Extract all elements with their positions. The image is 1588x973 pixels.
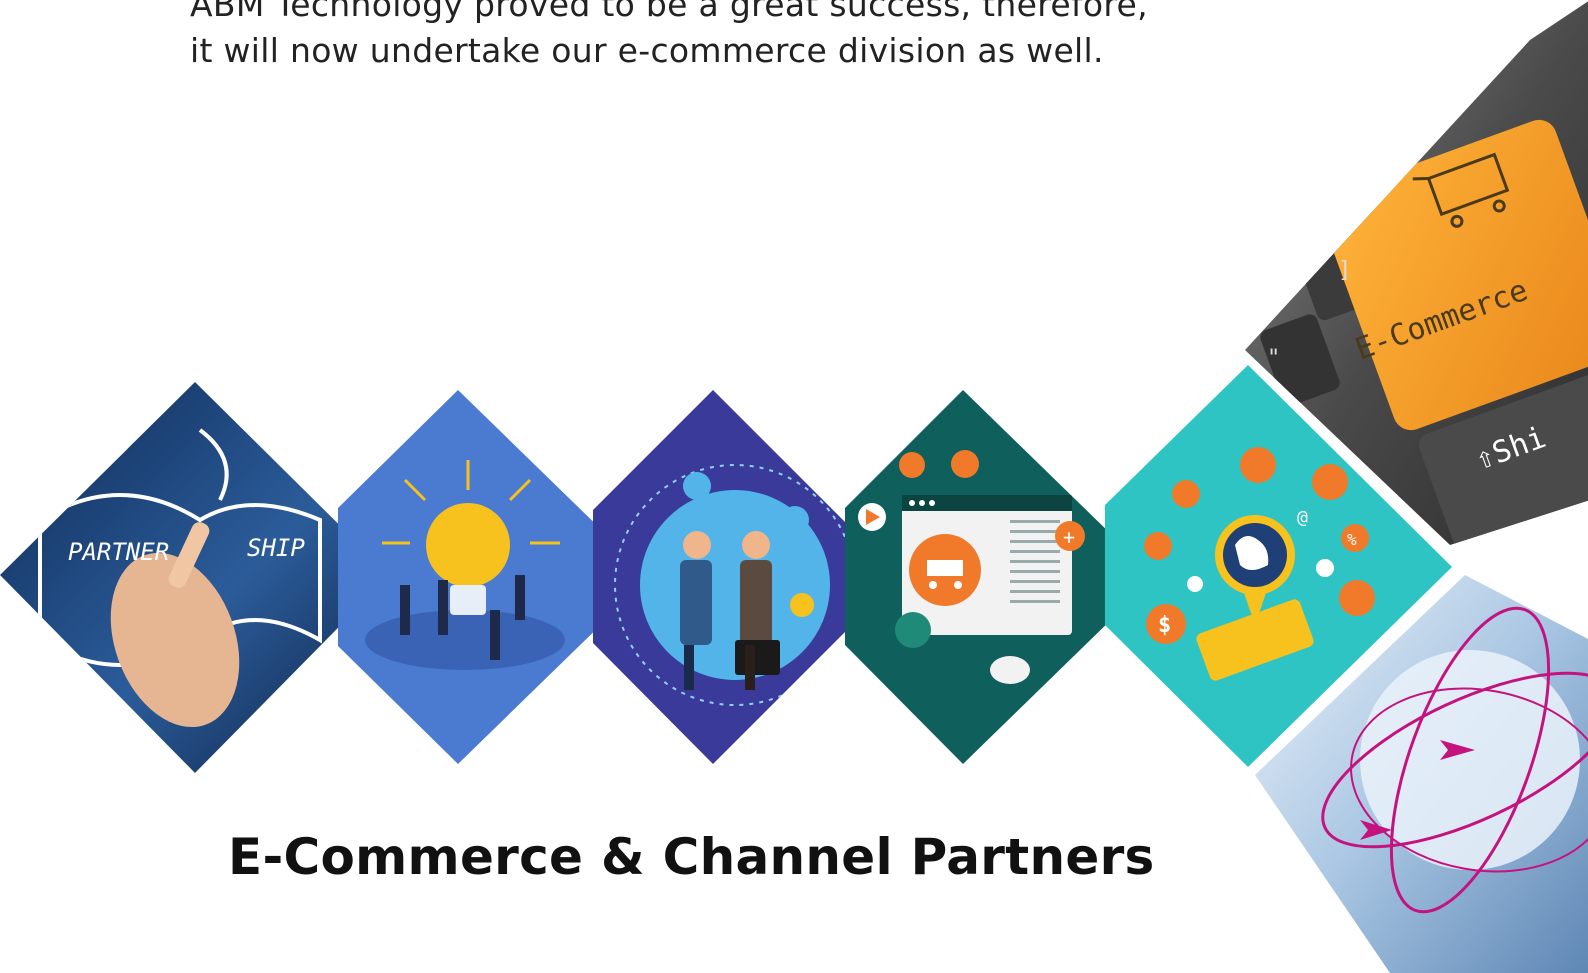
- clipboard-icon: [1240, 447, 1276, 483]
- ship-word: SHIP: [247, 534, 305, 562]
- lightbulb-icon: [426, 503, 510, 587]
- mouse-icon: [990, 656, 1030, 684]
- percent-glyph: %: [1347, 530, 1357, 549]
- thumbs-up-icon: [1172, 480, 1200, 508]
- megaphone-icon: [895, 612, 931, 648]
- cart-icon: [1312, 464, 1348, 500]
- cart-mini-icon: [899, 452, 925, 478]
- businessman-right: [740, 560, 772, 645]
- bracket-key-label: ]: [1338, 258, 1351, 283]
- quote-key-label: ": [1267, 346, 1280, 371]
- money-icon: [1339, 580, 1375, 616]
- page-lines: [1010, 520, 1060, 603]
- coin-badge-icon: [790, 593, 814, 617]
- partner-word: PARTNER: [68, 538, 169, 566]
- at-glyph: @: [1297, 507, 1308, 528]
- document-badge-icon: [781, 506, 809, 534]
- briefcase-icon: [735, 640, 780, 675]
- section-heading: E-Commerce & Channel Partners: [228, 828, 1155, 886]
- idea-badge-icon: [683, 472, 711, 500]
- globe-icon: [1144, 532, 1172, 560]
- businessman-left: [680, 560, 712, 645]
- dollar-glyph: $: [1158, 613, 1171, 638]
- gear-icon: [1187, 576, 1203, 592]
- camera-icon: [951, 450, 979, 478]
- cloud-icon: [1316, 559, 1334, 577]
- page: ABM Technology proved to be a great succ…: [0, 0, 1588, 973]
- add-glyph: +: [1063, 525, 1075, 549]
